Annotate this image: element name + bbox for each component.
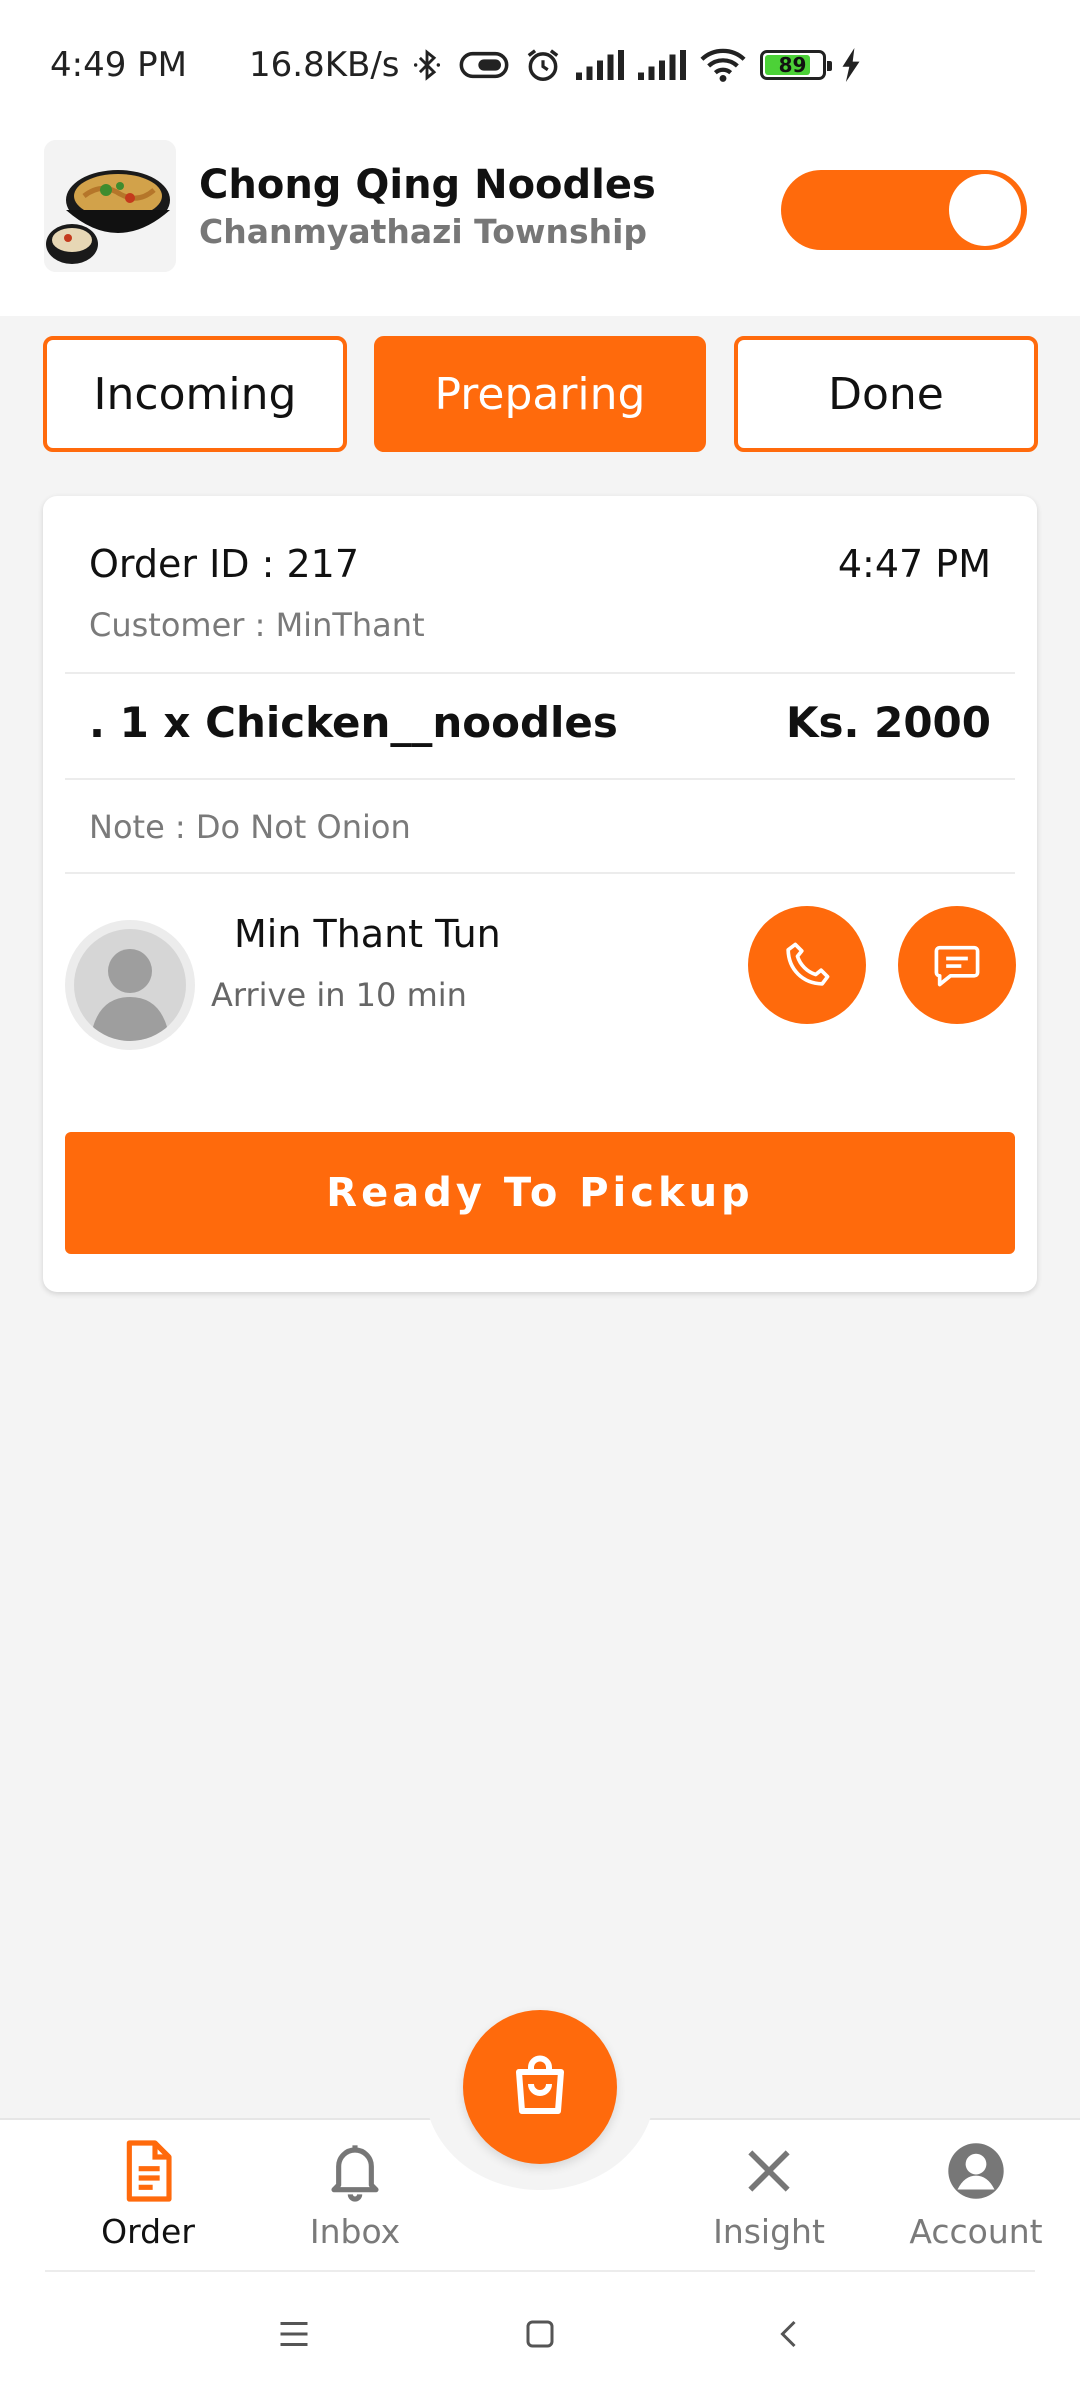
divider (65, 872, 1015, 874)
back-icon[interactable] (772, 2316, 808, 2356)
vpn-icon (459, 51, 508, 79)
divider (65, 672, 1015, 674)
chat-icon (934, 945, 980, 987)
order-item: . 1 x Chicken__noodles (89, 698, 618, 747)
wifi-icon (699, 48, 746, 82)
document-icon (126, 2140, 172, 2202)
order-id: Order ID : 217 (89, 542, 360, 586)
toggle-knob (949, 174, 1021, 246)
driver-eta: Arrive in 10 min (211, 976, 467, 1014)
nav-account[interactable]: Account (886, 2140, 1066, 2260)
phone-icon (786, 942, 830, 986)
order-note: Note : Do Not Onion (89, 808, 411, 846)
cart-fab-button[interactable] (463, 2010, 617, 2164)
order-time: 4:47 PM (837, 542, 991, 586)
account-icon (948, 2143, 1004, 2199)
charging-icon (842, 48, 859, 82)
chat-driver-button[interactable] (898, 906, 1016, 1024)
nav-insight[interactable]: Insight (679, 2140, 859, 2260)
alarm-icon (527, 49, 558, 81)
driver-avatar (65, 920, 195, 1050)
person-icon (90, 949, 170, 1041)
tab-incoming[interactable]: Incoming (43, 336, 347, 452)
battery-icon: 89 (759, 50, 832, 80)
call-driver-button[interactable] (748, 906, 866, 1024)
tab-done[interactable]: Done (734, 336, 1038, 452)
bell-icon (331, 2145, 379, 2202)
order-status-tabs: Incoming Preparing Done (0, 336, 1080, 454)
nav-inbox[interactable]: Inbox (265, 2140, 445, 2260)
store-header: Chong Qing Noodles Chanmyathazi Township (0, 130, 1080, 316)
battery-level: 89 (778, 53, 807, 77)
driver-name: Min Thant Tun (234, 912, 501, 956)
divider (65, 778, 1015, 780)
store-township: Chanmyathazi Township (199, 212, 648, 251)
nav-account-label: Account (909, 2212, 1043, 2251)
ready-to-pickup-button[interactable]: Ready To Pickup (65, 1132, 1015, 1254)
store-logo (44, 140, 176, 272)
home-icon[interactable] (522, 2316, 558, 2356)
nav-inbox-label: Inbox (309, 2212, 401, 2251)
status-icons: 89 (410, 46, 862, 84)
store-name: Chong Qing Noodles (199, 162, 656, 208)
order-item-price: Ks. 2000 (785, 698, 991, 747)
customer-name: Customer : MinThant (89, 606, 425, 644)
network-speed: 16.8KB/s (249, 45, 400, 85)
bluetooth-icon (413, 49, 440, 81)
nav-order-label: Order (101, 2212, 195, 2251)
status-time: 4:49 PM (50, 45, 187, 85)
menu-icon[interactable] (276, 2316, 312, 2356)
tab-preparing[interactable]: Preparing (374, 336, 706, 452)
signal-icon (575, 50, 624, 80)
signal-icon (637, 50, 686, 80)
shopping-bag-icon (516, 2055, 564, 2114)
order-card: Order ID : 217 4:47 PM Customer : MinTha… (43, 496, 1037, 1292)
nav-insight-label: Insight (713, 2212, 825, 2251)
store-online-toggle[interactable] (781, 170, 1027, 250)
close-icon (748, 2150, 790, 2192)
status-bar: 4:49 PM 16.8KB/s 89 (0, 0, 1080, 130)
nav-order[interactable]: Order (58, 2140, 238, 2260)
